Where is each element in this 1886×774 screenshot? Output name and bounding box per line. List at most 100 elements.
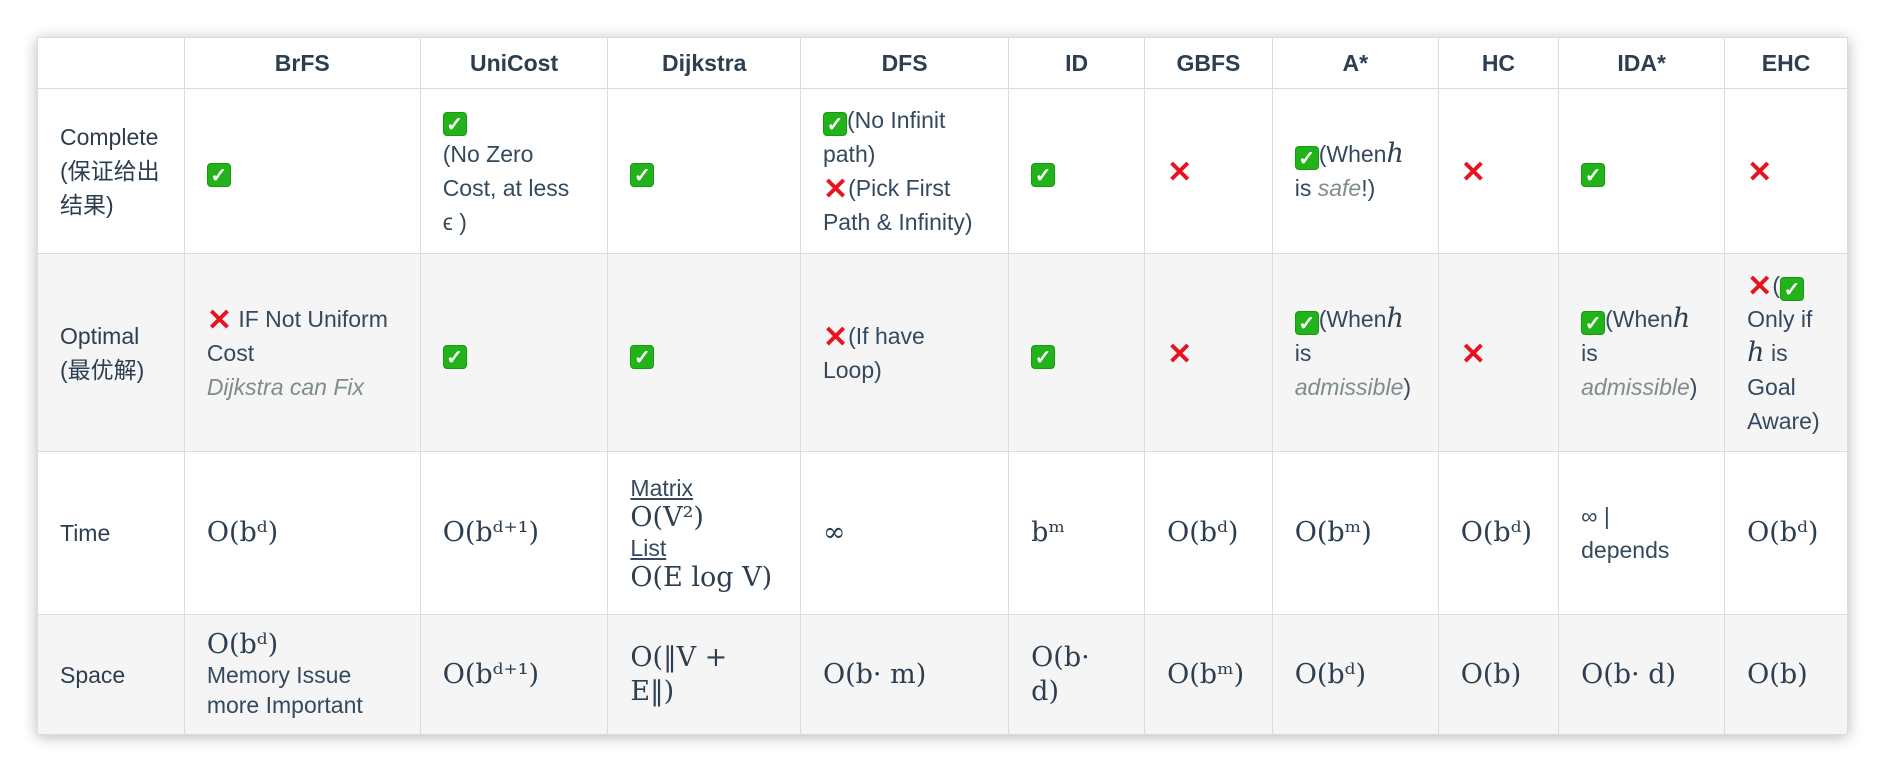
header-idastar: IDA*: [1558, 37, 1726, 89]
header-ehc: EHC: [1724, 37, 1848, 89]
space-astar: O(bᵈ): [1271, 614, 1439, 735]
header-dijkstra: Dijkstra: [607, 37, 801, 89]
check-mark-icon: ✓: [630, 163, 655, 187]
optimal-row: Optimal (最优解) ✕ IF Not Uniform Cost Dijks…: [37, 253, 1848, 452]
complete-hc: ✕: [1437, 88, 1560, 254]
check-mark-icon: ✓: [442, 344, 467, 369]
complete-dijkstra: ✓: [607, 88, 801, 254]
optimal-idastar-note-c: ): [1689, 373, 1698, 400]
time-hc: O(bᵈ): [1437, 451, 1560, 615]
optimal-hc: ✕: [1437, 253, 1560, 452]
optimal-idastar: ✓ (Whenh is admissible): [1558, 253, 1726, 452]
space-brfs-note: Memory Issue more Important: [206, 661, 363, 718]
optimal-unicost: ✓: [419, 253, 609, 452]
complete-gbfs: ✕: [1144, 88, 1273, 254]
dijkstra-list-label: List: [630, 535, 667, 561]
header-hc: HC: [1437, 37, 1560, 89]
check-mark-icon: ✓: [1581, 163, 1606, 187]
cross-mark-icon: ✕: [1460, 337, 1486, 371]
optimal-ehc: ✕(✓ Only if h is Goal Aware): [1724, 253, 1848, 452]
complete-idastar: ✓: [1558, 88, 1726, 254]
complete-row: Complete (保证给出结果) ✓ ✓ (No Zero Cost, at l…: [37, 88, 1848, 254]
check-mark-icon: ✓: [1031, 344, 1056, 369]
cross-mark-icon: ✕: [206, 303, 232, 337]
dijkstra-matrix-complexity: O(V²): [630, 502, 704, 533]
space-gbfs: O(bᵐ): [1144, 614, 1273, 735]
check-mark-icon: ✓: [822, 112, 847, 136]
header-empty: [37, 37, 185, 89]
cross-mark-icon: ✕: [1167, 337, 1193, 371]
check-mark-icon: ✓: [1031, 163, 1056, 187]
optimal-ehc-note-a: Only if: [1747, 305, 1813, 332]
time-dfs: ∞: [799, 451, 1010, 615]
row-label-complete: Complete (保证给出结果): [37, 88, 185, 254]
time-row: Time O(bᵈ) O(bᵈ⁺¹) Matrix O(V²) List O(E…: [37, 451, 1848, 615]
cross-mark-icon: ✕: [1747, 156, 1773, 189]
optimal-brfs: ✕ IF Not Uniform Cost Dijkstra can Fix: [183, 253, 421, 452]
complete-ehc: ✕: [1724, 88, 1848, 254]
time-dijkstra: Matrix O(V²) List O(E log V): [607, 451, 801, 615]
space-ehc: O(b): [1724, 614, 1848, 735]
dijkstra-list-complexity: O(E log V): [630, 562, 773, 593]
header-astar: A*: [1271, 37, 1439, 89]
optimal-dfs: ✕(If have Loop): [799, 253, 1010, 452]
complete-astar-var: h: [1386, 138, 1404, 169]
check-mark-icon: ✓: [630, 344, 655, 369]
space-hc: O(b): [1437, 614, 1560, 735]
optimal-idastar-var: h: [1672, 302, 1691, 334]
row-label-space: Space: [37, 614, 185, 735]
check-mark-icon: ✓: [1294, 146, 1319, 170]
time-ehc: O(bᵈ): [1724, 451, 1848, 615]
complete-unicost: ✓ (No Zero Cost, at less ϵ ): [419, 88, 609, 254]
time-astar: O(bᵐ): [1271, 451, 1439, 615]
optimal-astar-note-em: admissible: [1294, 373, 1404, 400]
optimal-gbfs: ✕: [1144, 253, 1273, 452]
complete-astar-note-em: safe: [1317, 175, 1362, 201]
cross-mark-icon: ✕: [1167, 156, 1193, 189]
check-mark-icon: ✓: [1779, 276, 1804, 301]
optimal-id: ✓: [1008, 253, 1146, 452]
optimal-ehc-open: (: [1772, 271, 1780, 298]
space-unicost: O(bᵈ⁺¹): [419, 614, 609, 735]
optimal-idastar-note-em: admissible: [1581, 373, 1690, 400]
check-mark-icon: ✓: [206, 163, 231, 187]
cross-mark-icon: ✕: [1460, 156, 1486, 189]
optimal-ehc-var: h: [1747, 336, 1765, 368]
optimal-astar: ✓ (Whenh is admissible): [1271, 253, 1439, 452]
optimal-idastar-note-a: (When: [1605, 305, 1673, 332]
time-unicost: O(bᵈ⁺¹): [419, 451, 609, 615]
complete-brfs: ✓: [183, 88, 421, 254]
complete-astar-note-b: is: [1294, 175, 1318, 201]
header-brfs: BrFS: [183, 37, 421, 89]
space-row: Space O(bᵈ) Memory Issue more Important O…: [37, 614, 1848, 735]
optimal-astar-var: h: [1386, 302, 1404, 334]
header-gbfs: GBFS: [1144, 37, 1273, 89]
time-brfs: O(bᵈ): [183, 451, 421, 615]
space-brfs: O(bᵈ) Memory Issue more Important: [183, 614, 421, 735]
space-id: O(b· d): [1008, 614, 1146, 735]
header-unicost: UniCost: [419, 37, 609, 89]
space-dijkstra: O(‖V + E‖): [607, 614, 801, 735]
space-dfs: O(b· m): [799, 614, 1010, 735]
complete-dfs: ✓ (No Infinit path) ✕(Pick First Path & In…: [799, 88, 1010, 254]
cross-mark-icon: ✕: [822, 320, 849, 354]
optimal-astar-note-c: ): [1403, 373, 1412, 400]
comparison-table-card: BrFS UniCost Dijkstra DFS ID GBFS A* HC …: [37, 37, 1848, 735]
header-dfs: DFS: [799, 37, 1010, 89]
cross-mark-icon: ✕: [822, 173, 849, 206]
dijkstra-matrix-label: Matrix: [630, 475, 694, 501]
optimal-dijkstra: ✓: [607, 253, 801, 452]
optimal-astar-note-b: is: [1294, 339, 1312, 366]
time-idastar: ∞ | depends: [1558, 451, 1726, 615]
complete-astar-note-c: !): [1361, 175, 1376, 201]
space-idastar: O(b· d): [1558, 614, 1726, 735]
optimal-brfs-fix: Dijkstra can Fix: [206, 373, 365, 400]
check-mark-icon: ✓: [1581, 310, 1606, 335]
cross-mark-icon: ✕: [1747, 269, 1773, 303]
optimal-brfs-note: IF Not Uniform Cost: [206, 305, 388, 366]
check-mark-icon: ✓: [1294, 310, 1319, 335]
search-algorithm-comparison-table: BrFS UniCost Dijkstra DFS ID GBFS A* HC …: [37, 37, 1848, 735]
row-label-optimal: Optimal (最优解): [37, 253, 185, 452]
time-id: bᵐ: [1008, 451, 1146, 615]
complete-id: ✓: [1008, 88, 1146, 254]
